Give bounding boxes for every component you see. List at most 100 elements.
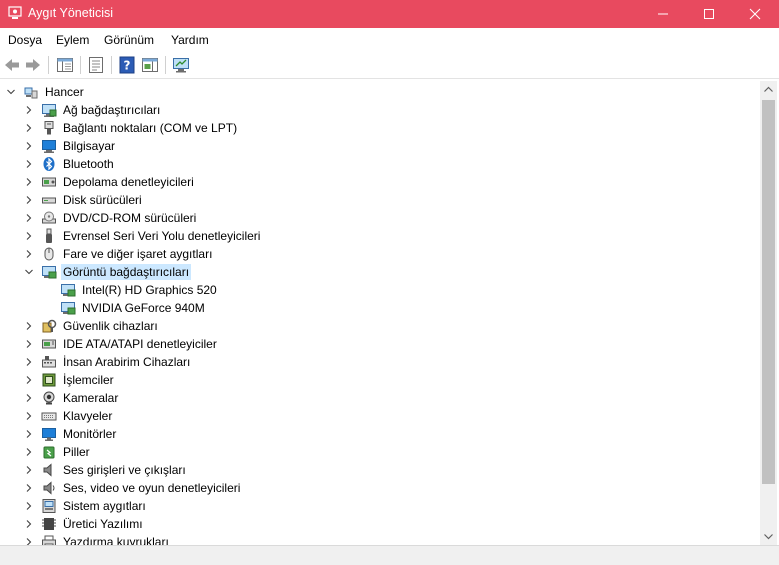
chevron-right-icon[interactable]: [24, 519, 34, 529]
mouse-icon: [44, 247, 54, 261]
chevron-right-icon[interactable]: [24, 411, 34, 421]
tree-category[interactable]: Yazdırma kuyrukları: [0, 533, 760, 545]
chevron-right-icon[interactable]: [24, 393, 34, 403]
tree-category[interactable]: İşlemciler: [0, 371, 760, 389]
tree-category[interactable]: Ses, video ve oyun denetleyicileri: [0, 479, 760, 497]
show-hide-console-tree-icon[interactable]: [56, 56, 74, 74]
chevron-right-icon[interactable]: [24, 249, 34, 259]
tree-category-label: Ses, video ve oyun denetleyicileri: [63, 481, 241, 495]
back-arrow-icon[interactable]: [3, 56, 21, 74]
tree-category-label: Ses girişleri ve çıkışları: [63, 463, 186, 477]
tree-category-label: Disk sürücüleri: [63, 193, 142, 207]
device-tree: Hancer Ağ bağdaştırıcıları Bağlantı noktal…: [0, 81, 760, 545]
minimize-button[interactable]: [640, 0, 686, 28]
scroll-up-icon[interactable]: [760, 81, 777, 98]
tree-category[interactable]: Güvenlik cihazları: [0, 317, 760, 335]
tree-device[interactable]: NVIDIA GeForce 940M: [0, 299, 760, 317]
tree-root[interactable]: Hancer: [0, 83, 760, 101]
tree-category-label: Klavyeler: [63, 409, 113, 423]
tree-category[interactable]: İnsan Arabirim Cihazları: [0, 353, 760, 371]
chevron-right-icon[interactable]: [24, 195, 34, 205]
toolbar-separator: [111, 56, 112, 74]
audio-io-icon: [43, 463, 52, 477]
ide-controller-icon: [42, 339, 56, 349]
tree-category[interactable]: Ağ bağdaştırıcıları: [0, 101, 760, 119]
tree-category[interactable]: Piller: [0, 443, 760, 461]
tree-category[interactable]: DVD/CD-ROM sürücüleri: [0, 209, 760, 227]
tree-category[interactable]: Depolama denetleyicileri: [0, 173, 760, 191]
tree-category[interactable]: Bluetooth: [0, 155, 760, 173]
chevron-right-icon[interactable]: [24, 375, 34, 385]
svg-text:?: ?: [124, 59, 131, 73]
chevron-right-icon[interactable]: [24, 357, 34, 367]
display-adapter-icon: [42, 266, 57, 279]
chevron-right-icon[interactable]: [24, 159, 34, 169]
chevron-right-icon[interactable]: [24, 321, 34, 331]
monitor-icon: [42, 428, 56, 441]
tree-category[interactable]: IDE ATA/ATAPI denetleyiciler: [0, 335, 760, 353]
chevron-right-icon[interactable]: [24, 537, 34, 545]
maximize-button[interactable]: [686, 0, 732, 28]
tree-category-label: Görüntü bağdaştırıcıları: [61, 264, 192, 280]
display-adapter-icon: [61, 302, 76, 315]
tree-category[interactable]: Görüntü bağdaştırıcıları: [0, 263, 760, 281]
menu-gorunum[interactable]: Görünüm: [104, 33, 154, 47]
scroll-down-icon[interactable]: [760, 528, 777, 545]
chevron-right-icon[interactable]: [24, 429, 34, 439]
title-bar[interactable]: Aygıt Yöneticisi: [0, 0, 779, 28]
scrollbar-thumb[interactable]: [762, 100, 775, 484]
computer-icon: [42, 140, 56, 153]
network-adapter-icon: [42, 104, 57, 117]
tree-device[interactable]: Intel(R) HD Graphics 520: [0, 281, 760, 299]
tree-category[interactable]: Klavyeler: [0, 407, 760, 425]
toolbar-separator: [165, 56, 166, 74]
close-button[interactable]: [732, 0, 778, 28]
tree-category-label: Bağlantı noktaları (COM ve LPT): [63, 121, 238, 135]
tree-category[interactable]: Sistem aygıtları: [0, 497, 760, 515]
tree-category-label: Güvenlik cihazları: [63, 319, 158, 333]
chevron-right-icon[interactable]: [24, 231, 34, 241]
vertical-scrollbar[interactable]: [760, 81, 777, 545]
chevron-right-icon[interactable]: [24, 501, 34, 511]
tree-category-label: Monitörler: [63, 427, 117, 441]
toolbar-separator: [80, 56, 81, 74]
chevron-right-icon[interactable]: [24, 123, 34, 133]
chevron-right-icon[interactable]: [24, 339, 34, 349]
tree-category[interactable]: Evrensel Seri Veri Yolu denetleyicileri: [0, 227, 760, 245]
tree-category[interactable]: Üretici Yazılımı: [0, 515, 760, 533]
tree-category-label: Kameralar: [63, 391, 119, 405]
tree-device-label: Intel(R) HD Graphics 520: [82, 283, 217, 297]
chevron-right-icon[interactable]: [24, 465, 34, 475]
tree-category[interactable]: Disk sürücüleri: [0, 191, 760, 209]
tree-category[interactable]: Bilgisayar: [0, 137, 760, 155]
storage-controller-icon: [42, 177, 56, 187]
chevron-right-icon[interactable]: [24, 483, 34, 493]
chevron-down-icon[interactable]: [24, 267, 34, 277]
chevron-right-icon[interactable]: [24, 213, 34, 223]
chevron-down-icon[interactable]: [6, 87, 16, 97]
chevron-right-icon[interactable]: [24, 105, 34, 115]
tree-category[interactable]: Monitörler: [0, 425, 760, 443]
forward-arrow-icon[interactable]: [24, 56, 42, 74]
tree-category[interactable]: Bağlantı noktaları (COM ve LPT): [0, 119, 760, 137]
close-icon: [749, 8, 761, 20]
tree-category[interactable]: Kameralar: [0, 389, 760, 407]
battery-icon: [43, 446, 55, 459]
security-device-icon: [42, 319, 57, 333]
dvd-drive-icon: [42, 211, 56, 224]
tree-category[interactable]: Fare ve diğer işaret aygıtları: [0, 245, 760, 263]
menu-dosya[interactable]: Dosya: [8, 33, 42, 47]
display-adapter-icon: [61, 284, 76, 297]
chevron-right-icon[interactable]: [24, 177, 34, 187]
camera-icon: [43, 391, 55, 405]
action-pane-icon[interactable]: [141, 56, 159, 74]
tree-category-label: Bilgisayar: [63, 139, 116, 153]
help-icon[interactable]: ?: [118, 56, 136, 74]
monitor-scan-icon[interactable]: [172, 56, 190, 74]
menu-eylem[interactable]: Eylem: [56, 33, 89, 47]
menu-yardim[interactable]: Yardım: [171, 33, 209, 47]
tree-category[interactable]: Ses girişleri ve çıkışları: [0, 461, 760, 479]
chevron-right-icon[interactable]: [24, 141, 34, 151]
chevron-right-icon[interactable]: [24, 447, 34, 457]
properties-icon[interactable]: [87, 56, 105, 74]
